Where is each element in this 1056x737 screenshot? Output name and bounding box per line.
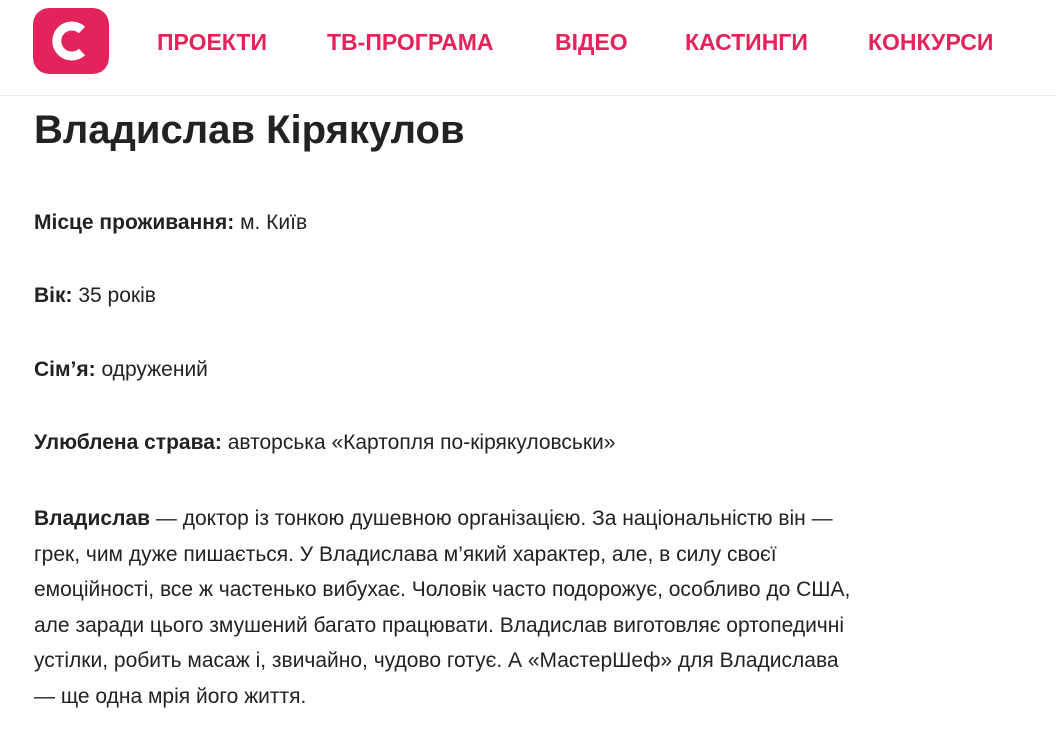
bio-line: але заради цього змушений багато працюва…: [34, 613, 845, 637]
nav-item-video[interactable]: ВІДЕО: [555, 28, 628, 56]
stb-logo-icon[interactable]: [33, 8, 109, 74]
bio-line: емоційності, все ж частенько вибухає. Чо…: [34, 578, 851, 601]
field-label: Місце проживання:: [34, 211, 235, 234]
bio-line: Владислав — доктор із тонкою душевною ор…: [34, 501, 994, 537]
field-value: м. Київ: [240, 211, 308, 234]
field-value: одружений: [101, 358, 208, 381]
nav-item-tv-program[interactable]: ТВ-ПРОГРАМА: [327, 28, 494, 56]
nav-item-projects[interactable]: ПРОЕКТИ: [157, 28, 267, 56]
field-residence: Місце проживання: м. Київ: [34, 208, 307, 238]
field-favorite-dish: Улюблена страва: авторська «Картопля по-…: [34, 428, 615, 458]
field-family: Сім’я: одружений: [34, 355, 208, 385]
bio-text: — доктор із тонкою душевною організацією…: [150, 507, 833, 530]
field-label: Улюблена страва:: [34, 431, 222, 454]
bio-name: Владислав: [34, 507, 151, 530]
field-age: Вік: 35 років: [34, 281, 156, 311]
field-label: Сім’я:: [34, 358, 96, 381]
bio-line: устілки, робить масаж і, звичайно, чудов…: [34, 649, 839, 672]
bio-line: грек, чим дуже пишається. У Владислава м…: [34, 542, 777, 566]
field-label: Вік:: [34, 284, 73, 307]
bio-paragraph: Владислав — доктор із тонкою душевною ор…: [34, 501, 994, 714]
field-value: 35 років: [78, 284, 156, 307]
nav-item-contests[interactable]: КОНКУРСИ: [868, 28, 993, 56]
nav-item-castings[interactable]: КАСТИНГИ: [685, 28, 808, 56]
field-value: авторська «Картопля по-кірякуловськи»: [227, 431, 616, 454]
site-header: ПРОЕКТИ ТВ-ПРОГРАМА ВІДЕО КАСТИНГИ КОНКУ…: [0, 0, 1056, 96]
bio-line: — ще одна мрія його життя.: [34, 684, 307, 708]
page-title: Владислав Кірякулов: [34, 108, 465, 152]
